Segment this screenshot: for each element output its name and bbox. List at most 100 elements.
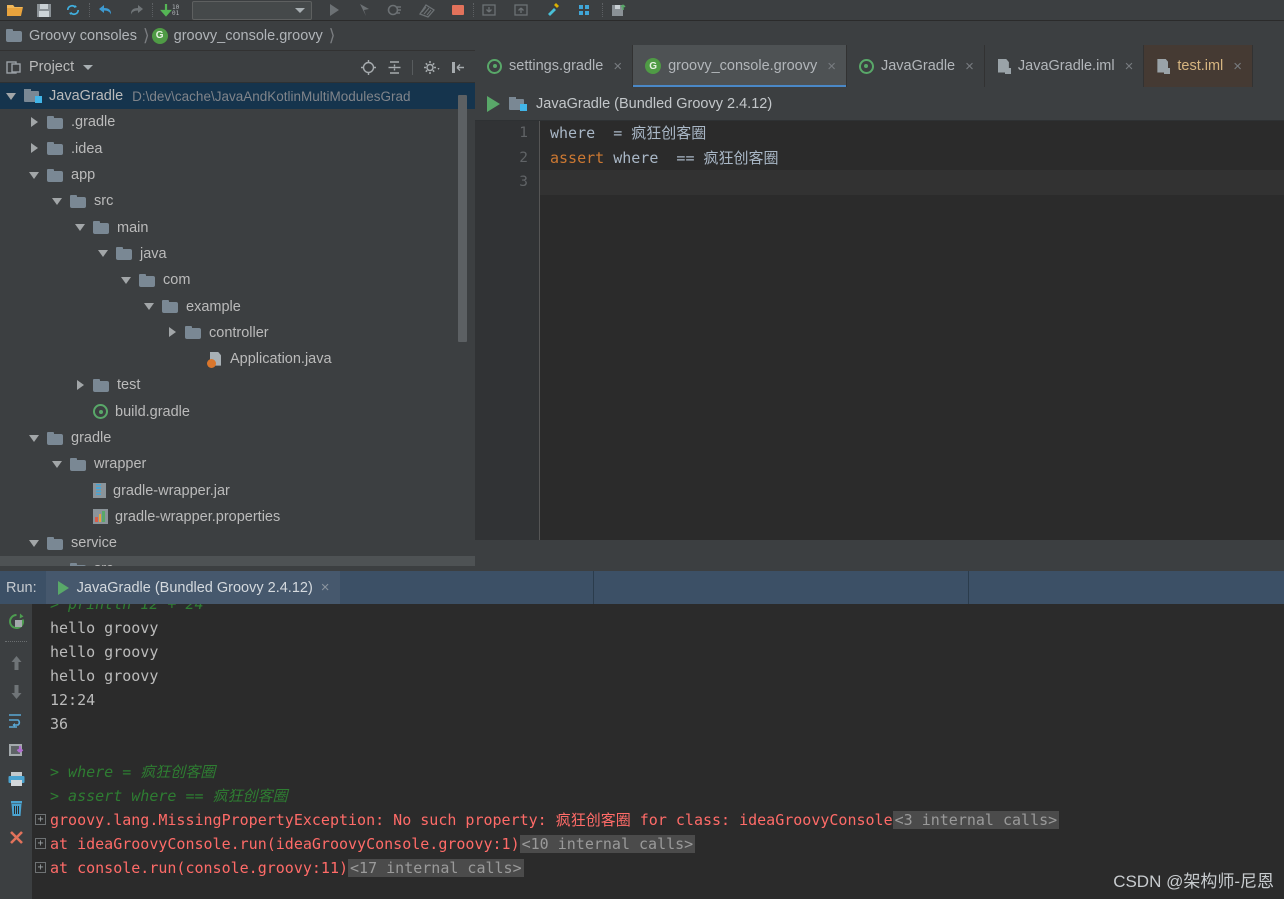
chevron-down-icon[interactable]	[98, 248, 109, 259]
commit-icon[interactable]	[513, 0, 531, 21]
chevron-down-icon[interactable]	[144, 301, 155, 312]
undo-icon[interactable]	[97, 0, 115, 21]
tree-node-gradle[interactable]: gradle	[0, 425, 475, 451]
debug-icon[interactable]	[356, 0, 372, 21]
internal-calls-chip[interactable]: <17 internal calls>	[348, 859, 524, 877]
sync-icon[interactable]	[64, 0, 82, 21]
tree-node-src[interactable]: src	[0, 188, 475, 214]
tab-close-icon[interactable]: ×	[613, 58, 622, 75]
code-editor[interactable]: 1 2 3 where = 疯狂创客圈 assert where == 疯狂创客圈	[475, 121, 1284, 540]
tree-node-controller[interactable]: controller	[0, 320, 475, 346]
chevron-down-icon[interactable]	[83, 64, 94, 70]
fold-expand-icon[interactable]: +	[35, 838, 46, 849]
tree-node-gradle-wrapper-properties[interactable]: gradle-wrapper.properties	[0, 504, 475, 530]
settings-gear-icon[interactable]	[422, 59, 441, 76]
update-project-icon[interactable]	[481, 0, 499, 21]
search-everywhere-icon[interactable]	[545, 0, 563, 21]
tree-node-gradle-wrapper-jar[interactable]: gradle-wrapper.jar	[0, 477, 475, 503]
tree-node-javagradle[interactable]: JavaGradle D:\dev\cache\JavaAndKotlinMult…	[0, 83, 475, 110]
tree-node--gradle[interactable]: .gradle	[0, 109, 475, 135]
rerun-icon[interactable]	[6, 611, 26, 631]
internal-calls-chip[interactable]: <10 internal calls>	[519, 835, 696, 853]
scroll-down-icon[interactable]	[6, 682, 26, 702]
editor-tab-javagradle[interactable]: JavaGradle ×	[847, 45, 985, 87]
open-folder-icon[interactable]	[6, 0, 24, 21]
tree-node-src[interactable]: src	[0, 556, 475, 566]
chevron-down-icon[interactable]	[52, 196, 63, 207]
compile-icon[interactable]: 10 01	[160, 0, 186, 21]
collapse-all-icon[interactable]	[386, 59, 403, 76]
editor-tab-label: test.iml	[1177, 58, 1224, 74]
tree-node-service[interactable]: service	[0, 530, 475, 556]
save-all-icon[interactable]	[36, 0, 52, 21]
hide-panel-icon[interactable]	[450, 60, 467, 75]
export-to-file-icon[interactable]	[6, 740, 26, 760]
save-green-icon[interactable]	[610, 0, 628, 21]
run-configuration-combo[interactable]	[192, 0, 312, 20]
chevron-down-icon[interactable]	[29, 170, 40, 181]
project-tree[interactable]: JavaGradle D:\dev\cache\JavaAndKotlinMult…	[0, 83, 475, 566]
run-console-output[interactable]: > println 12 + 24 hello groovy hello groov…	[32, 604, 1284, 899]
soft-wrap-icon[interactable]	[6, 711, 26, 731]
chevron-down-icon[interactable]	[29, 538, 40, 549]
editor-tab-bar[interactable]: settings.gradle × Ggroovy_console.groovy × J…	[475, 45, 1284, 87]
redo-icon[interactable]	[127, 0, 145, 21]
chevron-right-icon[interactable]	[167, 327, 178, 338]
chevron-down-icon[interactable]	[29, 433, 40, 444]
run-tab[interactable]: JavaGradle (Bundled Groovy 2.4.12) ×	[45, 571, 340, 604]
breadcrumb-item-groovy-console[interactable]: G groovy_console.groovy	[151, 21, 323, 51]
tree-node-test[interactable]: test	[0, 372, 475, 398]
tab-close-icon[interactable]: ×	[965, 58, 974, 75]
tree-node-app[interactable]: app	[0, 162, 475, 188]
internal-calls-chip[interactable]: <3 internal calls>	[892, 811, 1060, 829]
run-icon[interactable]	[326, 0, 342, 21]
tree-node-main[interactable]: main	[0, 214, 475, 240]
tree-node-com[interactable]: com	[0, 267, 475, 293]
tree-node-build-gradle[interactable]: build.gradle	[0, 399, 475, 425]
code-line[interactable]	[540, 170, 1284, 195]
editor-gutter[interactable]: 1 2 3	[475, 121, 540, 540]
editor-tab-test-iml[interactable]: test.iml ×	[1144, 45, 1254, 87]
twisty-placeholder	[75, 485, 86, 496]
chevron-right-icon[interactable]	[29, 116, 40, 128]
editor-tab-javagradle-iml[interactable]: JavaGradle.iml ×	[985, 45, 1145, 87]
chevron-down-icon[interactable]	[6, 91, 17, 102]
tab-close-icon[interactable]: ×	[1125, 58, 1134, 75]
close-icon[interactable]: ×	[321, 579, 330, 596]
tree-node-application-java[interactable]: Application.java	[0, 346, 475, 372]
fold-expand-icon[interactable]: +	[35, 862, 46, 873]
scroll-up-icon[interactable]	[6, 653, 26, 673]
tab-close-icon[interactable]: ×	[827, 58, 836, 75]
stop-icon[interactable]	[450, 0, 466, 21]
fold-expand-icon[interactable]: +	[35, 814, 46, 825]
chevron-down-icon[interactable]	[75, 222, 86, 233]
tree-node--idea[interactable]: .idea	[0, 136, 475, 162]
breadcrumb-label: Groovy consoles	[29, 27, 137, 44]
chevron-down-icon[interactable]	[52, 459, 63, 470]
chevron-right-icon[interactable]	[75, 379, 86, 391]
editor-tab-groovy-console-groovy[interactable]: Ggroovy_console.groovy ×	[633, 45, 847, 87]
close-icon[interactable]	[6, 827, 26, 847]
project-tree-scrollbar[interactable]	[458, 83, 467, 566]
locate-icon[interactable]	[360, 59, 377, 76]
folder-icon	[70, 194, 87, 208]
tree-node-example[interactable]: example	[0, 293, 475, 319]
run-with-coverage-icon[interactable]	[386, 0, 404, 21]
editor-code-area[interactable]: where = 疯狂创客圈 assert where == 疯狂创客圈	[540, 121, 1284, 540]
code-line[interactable]: assert where == 疯狂创客圈	[540, 146, 1284, 171]
chevron-right-icon[interactable]	[29, 143, 40, 154]
scrollbar-thumb[interactable]	[458, 95, 467, 342]
chevron-down-icon[interactable]	[121, 275, 132, 286]
editor-tab-settings-gradle[interactable]: settings.gradle ×	[475, 45, 634, 87]
tree-node-wrapper[interactable]: wrapper	[0, 451, 475, 477]
profile-icon[interactable]	[418, 0, 436, 21]
clear-all-icon[interactable]	[6, 798, 26, 818]
tab-close-icon[interactable]: ×	[1233, 58, 1242, 75]
play-icon[interactable]	[487, 95, 500, 112]
tree-node-java[interactable]: java	[0, 241, 475, 267]
code-line[interactable]: where = 疯狂创客圈	[540, 121, 1284, 146]
run-tool-window: Run: JavaGradle (Bundled Groovy 2.4.12) …	[0, 571, 1284, 899]
apps-grid-icon[interactable]	[577, 0, 595, 21]
breadcrumb-item-groovy-consoles[interactable]: Groovy consoles	[6, 21, 137, 51]
print-icon[interactable]	[6, 769, 26, 789]
